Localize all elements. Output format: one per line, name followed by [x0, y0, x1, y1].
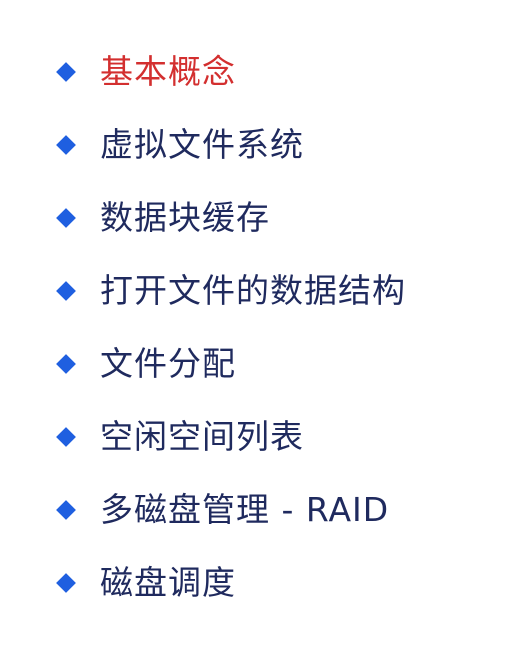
- outline-item-virtual-file-system: 虚拟文件系统: [56, 121, 406, 169]
- topic-outline: 基本概念 虚拟文件系统 数据块缓存 打开文件的数据结构 文件分配 空闲空间列表 …: [56, 48, 406, 632]
- outline-item-label: 磁盘调度: [100, 563, 236, 602]
- outline-item-basic-concepts: 基本概念: [56, 48, 406, 96]
- outline-item-label: 多磁盘管理 - RAID: [100, 490, 390, 529]
- outline-item-disk-scheduling: 磁盘调度: [56, 559, 406, 607]
- outline-item-block-cache: 数据块缓存: [56, 194, 406, 242]
- diamond-bullet-icon: [56, 62, 76, 82]
- outline-item-raid: 多磁盘管理 - RAID: [56, 486, 406, 534]
- diamond-bullet-icon: [56, 500, 76, 520]
- outline-item-label: 文件分配: [100, 344, 236, 383]
- outline-item-open-file-structures: 打开文件的数据结构: [56, 267, 406, 315]
- diamond-bullet-icon: [56, 427, 76, 447]
- diamond-bullet-icon: [56, 135, 76, 155]
- outline-item-label: 虚拟文件系统: [100, 125, 304, 164]
- diamond-bullet-icon: [56, 573, 76, 593]
- outline-item-label: 基本概念: [100, 52, 236, 91]
- outline-item-file-allocation: 文件分配: [56, 340, 406, 388]
- slide: 基本概念 虚拟文件系统 数据块缓存 打开文件的数据结构 文件分配 空闲空间列表 …: [0, 0, 508, 648]
- outline-item-label: 空闲空间列表: [100, 417, 304, 456]
- diamond-bullet-icon: [56, 281, 76, 301]
- outline-item-label: 打开文件的数据结构: [100, 271, 406, 310]
- outline-item-label: 数据块缓存: [100, 198, 270, 237]
- diamond-bullet-icon: [56, 208, 76, 228]
- outline-item-free-space-list: 空闲空间列表: [56, 413, 406, 461]
- diamond-bullet-icon: [56, 354, 76, 374]
